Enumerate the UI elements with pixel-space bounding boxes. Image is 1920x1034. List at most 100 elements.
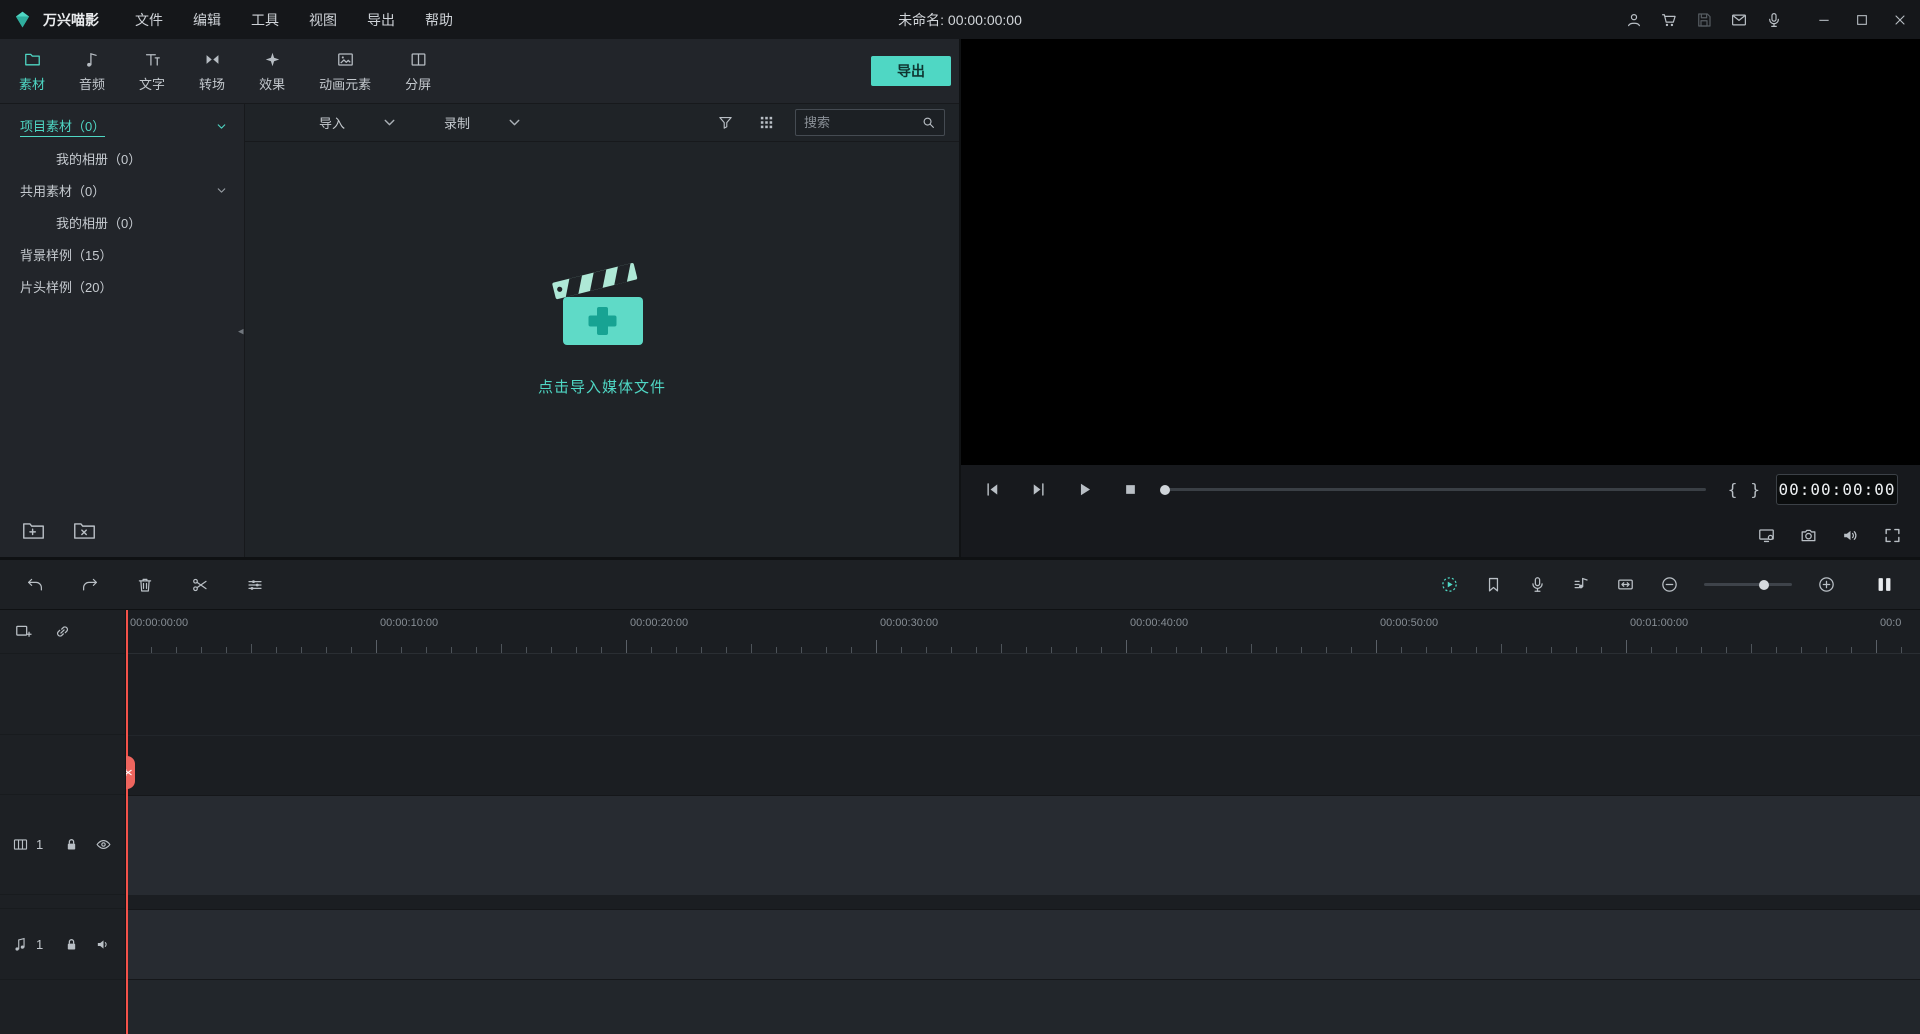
volume-icon[interactable] bbox=[1841, 526, 1860, 545]
sidebar-item-my-album-2[interactable]: 我的相册（0） bbox=[0, 206, 244, 238]
timeline-empty-area bbox=[126, 980, 1920, 1034]
seek-slider-handle[interactable] bbox=[1160, 484, 1170, 495]
ruler-tick bbox=[326, 647, 327, 653]
panel-layout-icon[interactable] bbox=[1875, 575, 1894, 594]
sidebar-item-my-album-1[interactable]: 我的相册（0） bbox=[0, 142, 244, 174]
menu-view[interactable]: 视图 bbox=[309, 10, 337, 30]
add-to-track-icon[interactable] bbox=[14, 622, 33, 641]
undo-icon[interactable] bbox=[26, 576, 44, 594]
menubar: 文件 编辑 工具 视图 导出 帮助 bbox=[135, 10, 453, 30]
tab-splitscreen[interactable]: 分屏 bbox=[388, 50, 448, 93]
user-icon[interactable] bbox=[1625, 11, 1643, 29]
mic-icon[interactable] bbox=[1765, 11, 1783, 29]
playhead-split-handle[interactable] bbox=[126, 756, 135, 789]
split-scissors-icon[interactable] bbox=[191, 576, 209, 594]
audio-mixer-icon[interactable] bbox=[1572, 575, 1591, 594]
menu-export[interactable]: 导出 bbox=[367, 10, 395, 30]
zoom-to-fit-icon[interactable] bbox=[1616, 575, 1635, 594]
collapse-sidebar-icon[interactable]: ◂ bbox=[238, 324, 244, 337]
video-track-lane[interactable] bbox=[126, 795, 1920, 895]
sidebar-item-project-media[interactable]: 项目素材（0） bbox=[0, 110, 244, 142]
mute-speaker-icon[interactable] bbox=[95, 936, 112, 953]
lock-icon[interactable] bbox=[63, 836, 80, 853]
mail-icon[interactable] bbox=[1730, 11, 1748, 29]
menu-help[interactable]: 帮助 bbox=[425, 10, 453, 30]
import-button[interactable]: 导入 bbox=[319, 113, 345, 132]
eye-icon[interactable] bbox=[95, 836, 112, 853]
tab-elements[interactable]: 动画元素 bbox=[302, 50, 388, 93]
timeline-zoom-slider[interactable] bbox=[1704, 579, 1792, 590]
stop-icon[interactable] bbox=[1121, 480, 1140, 499]
save-icon[interactable] bbox=[1695, 11, 1713, 29]
search-input[interactable] bbox=[804, 115, 915, 130]
delete-folder-icon[interactable] bbox=[73, 521, 96, 541]
import-clapperboard-icon[interactable] bbox=[550, 256, 654, 348]
snapshot-camera-icon[interactable] bbox=[1799, 526, 1818, 545]
adjust-sliders-icon[interactable] bbox=[246, 576, 264, 594]
sidebar-item-label: 片头样例（20） bbox=[20, 279, 113, 295]
zoom-in-icon[interactable] bbox=[1817, 575, 1836, 594]
seek-slider[interactable] bbox=[1160, 484, 1706, 495]
playhead[interactable] bbox=[126, 610, 135, 1034]
delete-icon[interactable] bbox=[136, 576, 154, 594]
app-logo-icon bbox=[12, 9, 33, 30]
sidebar-item-shared-media[interactable]: 共用素材（0） bbox=[0, 174, 244, 206]
ruler-tick bbox=[1576, 647, 1577, 653]
record-button[interactable]: 录制 bbox=[444, 113, 470, 132]
add-folder-icon[interactable] bbox=[22, 521, 45, 541]
fullscreen-icon[interactable] bbox=[1883, 526, 1902, 545]
tab-media[interactable]: 素材 bbox=[2, 50, 62, 93]
audio-track-icon bbox=[12, 936, 29, 953]
chevron-down-icon[interactable] bbox=[381, 114, 398, 131]
mark-in-icon[interactable]: { bbox=[1728, 480, 1738, 499]
menu-file[interactable]: 文件 bbox=[135, 10, 163, 30]
sidebar-item-background-samples[interactable]: 背景样例（15） bbox=[0, 238, 244, 270]
grid-view-icon[interactable] bbox=[758, 114, 775, 131]
ruler-tick bbox=[1801, 647, 1802, 653]
link-icon[interactable] bbox=[53, 622, 72, 641]
ruler-tick bbox=[476, 647, 477, 653]
ruler-tick bbox=[1326, 647, 1327, 653]
export-button[interactable]: 导出 bbox=[871, 56, 951, 86]
cart-icon[interactable] bbox=[1660, 11, 1678, 29]
mark-out-icon[interactable]: } bbox=[1750, 480, 1760, 499]
ruler-tick bbox=[626, 640, 627, 653]
tab-audio[interactable]: 音频 bbox=[62, 50, 122, 93]
titlebar: 万兴喵影 文件 编辑 工具 视图 导出 帮助 未命名: 00:00:00:00 bbox=[0, 0, 1920, 39]
next-frame-icon[interactable] bbox=[1029, 480, 1048, 499]
lock-icon[interactable] bbox=[63, 936, 80, 953]
tab-text[interactable]: 文字 bbox=[122, 50, 182, 93]
ruler-tick bbox=[526, 647, 527, 653]
minimize-icon[interactable] bbox=[1816, 12, 1832, 28]
sidebar-item-intro-samples[interactable]: 片头样例（20） bbox=[0, 270, 244, 302]
close-icon[interactable] bbox=[1892, 12, 1908, 28]
marker-icon[interactable] bbox=[1484, 575, 1503, 594]
tab-transitions[interactable]: 转场 bbox=[182, 50, 242, 93]
maximize-icon[interactable] bbox=[1854, 12, 1870, 28]
zoom-out-icon[interactable] bbox=[1660, 575, 1679, 594]
text-title-icon bbox=[143, 50, 162, 69]
menu-edit[interactable]: 编辑 bbox=[193, 10, 221, 30]
audio-track-lane[interactable] bbox=[126, 909, 1920, 980]
filter-icon[interactable] bbox=[717, 114, 734, 131]
play-icon[interactable] bbox=[1075, 480, 1094, 499]
search-box bbox=[795, 109, 945, 136]
render-preview-icon[interactable] bbox=[1440, 575, 1459, 594]
ruler-tick bbox=[1601, 647, 1602, 653]
timeline-ruler[interactable]: 00:00:00:00 00:00:10:00 00:00:20:00 00:00:3… bbox=[126, 610, 1920, 654]
preview-footer bbox=[961, 514, 1920, 557]
chevron-down-icon[interactable] bbox=[506, 114, 523, 131]
voiceover-mic-icon[interactable] bbox=[1528, 575, 1547, 594]
tab-effects[interactable]: 效果 bbox=[242, 50, 302, 93]
video-preview bbox=[961, 39, 1920, 465]
ruler-tick bbox=[851, 647, 852, 653]
previous-frame-icon[interactable] bbox=[983, 480, 1002, 499]
chevron-down-icon[interactable] bbox=[215, 184, 228, 197]
display-settings-icon[interactable] bbox=[1757, 526, 1776, 545]
chevron-down-icon[interactable] bbox=[215, 120, 228, 133]
timeline-zoom-handle[interactable] bbox=[1758, 579, 1769, 590]
menu-tools[interactable]: 工具 bbox=[251, 10, 279, 30]
media-body: 项目素材（0） 我的相册（0） 共用素材（0） 我的相册（0） 背景样例（15）… bbox=[0, 103, 959, 557]
search-icon[interactable] bbox=[921, 115, 936, 130]
redo-icon[interactable] bbox=[81, 576, 99, 594]
